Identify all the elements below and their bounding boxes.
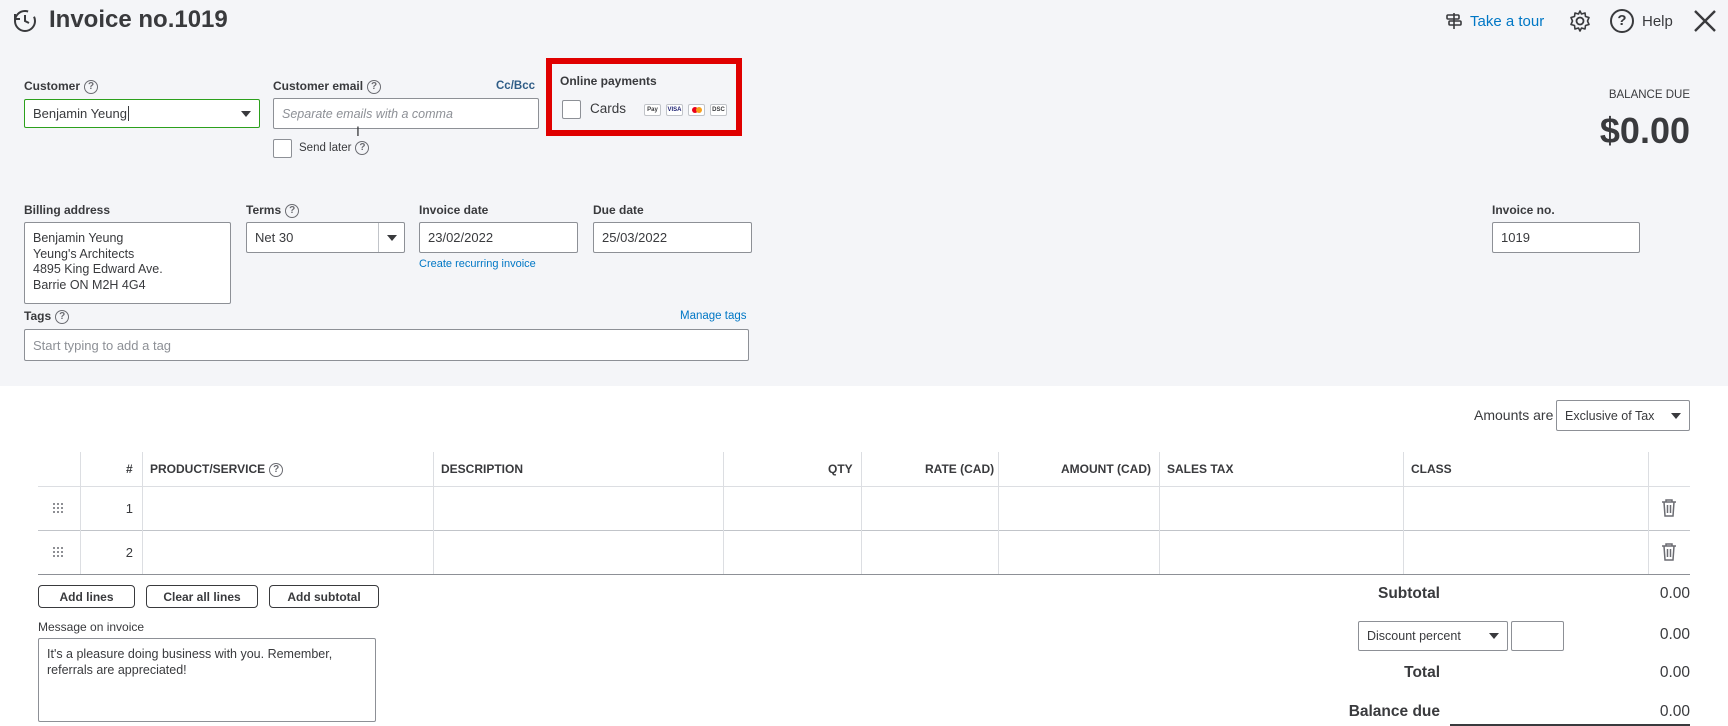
help-circle-icon[interactable]: ? bbox=[367, 79, 382, 94]
cards-label: Cards bbox=[590, 101, 627, 116]
billing-line: Benjamin Yeung bbox=[33, 231, 124, 245]
help-circle-icon[interactable]: ? bbox=[285, 203, 300, 218]
recent-history-icon[interactable] bbox=[12, 8, 38, 34]
clear-all-lines-button[interactable]: Clear all lines bbox=[146, 585, 258, 608]
col-header-rate: RATE (CAD) bbox=[925, 462, 995, 476]
page-title: Invoice no.1019 bbox=[49, 6, 228, 33]
help-circle-icon[interactable]: ? bbox=[355, 141, 370, 155]
balance-due-label: BALANCE DUE bbox=[1608, 89, 1690, 101]
invoice-no-label: Invoice no. bbox=[1492, 203, 1555, 217]
invoice-date-value: 23/02/2022 bbox=[428, 230, 494, 245]
gear-icon[interactable] bbox=[1568, 9, 1592, 33]
amounts-are-label: Amounts are bbox=[1474, 407, 1554, 423]
col-header-product-service: PRODUCT/SERVICE? bbox=[150, 462, 284, 477]
discover-icon: DSC bbox=[710, 104, 727, 116]
invoice-no-input[interactable]: 1019 bbox=[1492, 222, 1640, 253]
invoice-no-value: 1019 bbox=[1501, 230, 1530, 245]
tags-label: Tags? bbox=[24, 309, 70, 324]
total-label: Total bbox=[1404, 664, 1440, 681]
email-placeholder: Separate emails with a comma bbox=[282, 106, 453, 121]
invoice-date-input[interactable]: 23/02/2022 bbox=[419, 222, 578, 253]
chevron-down-icon[interactable] bbox=[1663, 401, 1689, 430]
help-circle-icon[interactable]: ? bbox=[269, 462, 284, 477]
col-header-amount: AMOUNT (CAD) bbox=[1061, 462, 1151, 476]
manage-tags-link[interactable]: Manage tags bbox=[680, 310, 747, 322]
help-link[interactable]: ? Help bbox=[1610, 9, 1673, 33]
trash-icon[interactable] bbox=[1661, 543, 1677, 561]
subtotal-label: Subtotal bbox=[1378, 585, 1440, 602]
close-icon[interactable] bbox=[1692, 8, 1718, 34]
table-bottom bbox=[38, 574, 1690, 575]
billing-address-textarea[interactable]: Benjamin Yeung Yeung's Architects 4895 K… bbox=[24, 222, 231, 304]
text-cursor-icon: I bbox=[356, 123, 360, 139]
send-later-label: Send later? bbox=[299, 141, 370, 155]
discount-type-value: Discount percent bbox=[1367, 629, 1461, 643]
balance-due-total-label: Balance due bbox=[1348, 703, 1440, 720]
cc-bcc-link[interactable]: Cc/Bcc bbox=[496, 80, 535, 92]
message-on-invoice-label: Message on invoice bbox=[38, 620, 145, 634]
visa-icon: VISA bbox=[666, 104, 683, 116]
billing-line: Barrie ON M2H 4G4 bbox=[33, 277, 146, 292]
help-icon: ? bbox=[1610, 9, 1634, 33]
cards-checkbox[interactable] bbox=[562, 100, 581, 119]
tags-placeholder: Start typing to add a tag bbox=[33, 337, 172, 353]
trash-icon[interactable] bbox=[1661, 499, 1677, 517]
row-number: 2 bbox=[125, 545, 133, 560]
amounts-are-select[interactable]: Exclusive of Tax bbox=[1556, 400, 1690, 431]
customer-email-label: Customer email? bbox=[273, 79, 382, 94]
row-number: 1 bbox=[125, 501, 133, 516]
balance-due-amount: $0.00 bbox=[1599, 110, 1690, 151]
billing-address-label: Billing address bbox=[24, 203, 111, 217]
subtotal-value: 0.00 bbox=[1659, 585, 1690, 602]
invoice-date-label: Invoice date bbox=[419, 203, 489, 217]
take-tour-label: Take a tour bbox=[1470, 12, 1545, 30]
discount-type-select[interactable]: Discount percent bbox=[1358, 621, 1508, 651]
customer-label: Customer? bbox=[24, 79, 99, 94]
customer-value: Benjamin Yeung bbox=[33, 106, 127, 121]
create-recurring-invoice-link[interactable]: Create recurring invoice bbox=[419, 258, 536, 270]
terms-label: Terms? bbox=[246, 203, 300, 218]
col-header-description: DESCRIPTION bbox=[441, 462, 524, 476]
table-row[interactable] bbox=[38, 531, 1690, 574]
customer-email-input[interactable]: Separate emails with a comma bbox=[273, 98, 539, 129]
online-payments-panel: Online payments Cards Pay VISA DSC bbox=[546, 58, 742, 136]
mastercard-icon bbox=[688, 104, 705, 116]
col-header-qty: QTY bbox=[828, 462, 853, 476]
online-payments-title: Online payments bbox=[560, 74, 657, 88]
balance-due-total-value: 0.00 bbox=[1659, 703, 1690, 720]
drag-handle-icon[interactable] bbox=[52, 546, 64, 558]
table-row[interactable] bbox=[38, 487, 1690, 530]
help-label: Help bbox=[1642, 12, 1673, 30]
terms-value: Net 30 bbox=[255, 230, 294, 245]
apple-pay-icon: Pay bbox=[644, 104, 661, 116]
message-on-invoice-textarea[interactable]: It's a pleasure doing business with you.… bbox=[38, 638, 376, 722]
amounts-are-value: Exclusive of Tax bbox=[1565, 408, 1655, 423]
signpost-icon bbox=[1444, 11, 1464, 31]
terms-select[interactable]: Net 30 bbox=[246, 222, 405, 253]
tags-input[interactable]: Start typing to add a tag bbox=[24, 329, 749, 361]
send-later-checkbox[interactable] bbox=[273, 139, 292, 158]
add-lines-button[interactable]: Add lines bbox=[38, 585, 135, 608]
due-date-input[interactable]: 25/03/2022 bbox=[593, 222, 752, 253]
drag-handle-icon[interactable] bbox=[52, 502, 64, 514]
col-header-class: CLASS bbox=[1411, 462, 1452, 476]
billing-line: Yeung's Architects bbox=[33, 246, 135, 261]
billing-line: 4895 King Edward Ave. bbox=[33, 262, 163, 276]
col-header-sales-tax: SALES TAX bbox=[1167, 462, 1234, 476]
due-date-value: 25/03/2022 bbox=[602, 230, 668, 245]
discount-input[interactable] bbox=[1511, 621, 1564, 651]
take-tour-link[interactable]: Take a tour bbox=[1444, 10, 1544, 32]
chevron-down-icon[interactable] bbox=[378, 223, 404, 252]
due-date-label: Due date bbox=[593, 203, 644, 217]
message-text: It's a pleasure doing business with you.… bbox=[47, 647, 333, 677]
chevron-down-icon[interactable] bbox=[1481, 622, 1507, 650]
col-header-number: # bbox=[126, 462, 133, 476]
chevron-down-icon[interactable] bbox=[233, 100, 259, 127]
help-circle-icon[interactable]: ? bbox=[84, 79, 99, 94]
add-subtotal-button[interactable]: Add subtotal bbox=[269, 585, 379, 608]
help-circle-icon[interactable]: ? bbox=[55, 309, 70, 324]
customer-select[interactable]: Benjamin Yeung bbox=[24, 99, 260, 128]
discount-value: 0.00 bbox=[1659, 626, 1690, 643]
total-value: 0.00 bbox=[1659, 664, 1690, 681]
